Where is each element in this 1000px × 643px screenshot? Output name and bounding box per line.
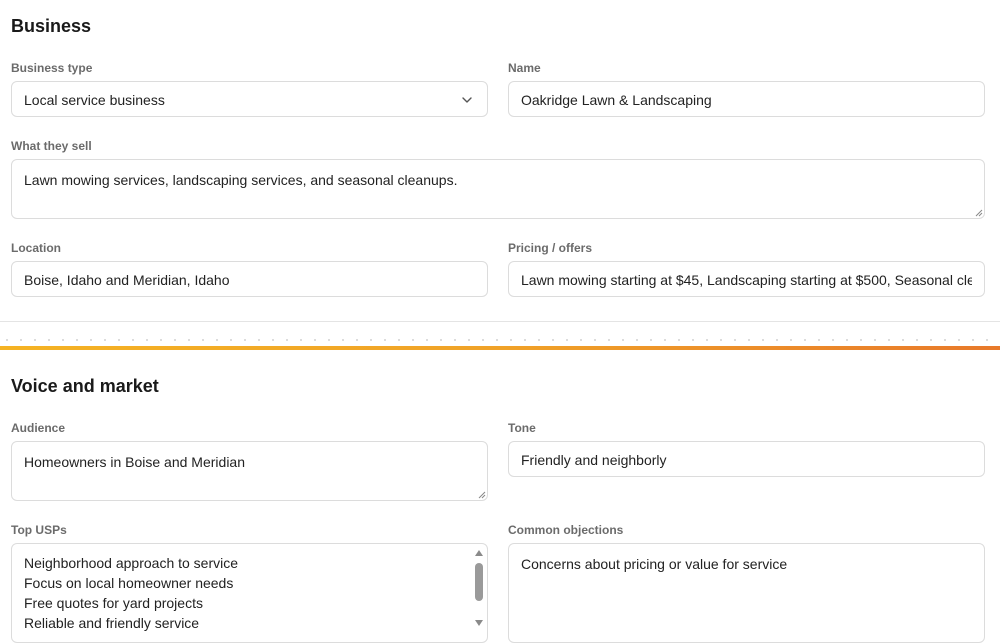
- name-value: Oakridge Lawn & Landscaping: [521, 92, 712, 108]
- scroll-down-arrow-icon[interactable]: [475, 620, 483, 626]
- location-label: Location: [11, 241, 61, 255]
- dotted-divider: [0, 339, 1000, 341]
- objections-textarea[interactable]: Concerns about pricing or value for serv…: [508, 543, 985, 643]
- business-type-label: Business type: [11, 61, 93, 75]
- what-they-sell-label: What they sell: [11, 139, 92, 153]
- objections-value: Concerns about pricing or value for serv…: [521, 556, 788, 572]
- tone-input[interactable]: Friendly and neighborly: [508, 441, 985, 477]
- location-input[interactable]: Boise, Idaho and Meridian, Idaho: [11, 261, 488, 297]
- section-title-business: Business: [11, 16, 92, 36]
- usp-line: Neighborhood approach to service: [24, 555, 239, 571]
- scroll-up-arrow-icon[interactable]: [475, 550, 483, 556]
- accent-divider: [0, 346, 1000, 350]
- resize-grip-icon[interactable]: [974, 208, 983, 217]
- audience-label: Audience: [11, 421, 66, 435]
- resize-grip-icon[interactable]: [477, 490, 486, 499]
- section-title-voice: Voice and market: [11, 376, 159, 396]
- usp-line: Free quotes for yard projects: [24, 595, 203, 611]
- usps-scrollbar[interactable]: [473, 548, 485, 626]
- objections-label: Common objections: [508, 523, 624, 537]
- what-they-sell-value: Lawn mowing services, landscaping servic…: [24, 172, 458, 188]
- usp-line: Reliable and friendly service: [24, 615, 200, 631]
- name-label: Name: [508, 61, 541, 75]
- usps-label: Top USPs: [11, 523, 67, 537]
- chevron-down-icon: [462, 97, 472, 103]
- section-divider: [0, 321, 1000, 322]
- usp-line: Focus on local homeowner needs: [24, 575, 234, 591]
- location-value: Boise, Idaho and Meridian, Idaho: [24, 272, 230, 288]
- pricing-input[interactable]: Lawn mowing starting at $45, Landscaping…: [508, 261, 985, 297]
- audience-textarea[interactable]: Homeowners in Boise and Meridian: [11, 441, 488, 501]
- audience-value: Homeowners in Boise and Meridian: [24, 454, 245, 470]
- business-type-value: Local service business: [24, 92, 165, 108]
- scrollbar-thumb[interactable]: [475, 563, 483, 601]
- pricing-value: Lawn mowing starting at $45, Landscaping…: [521, 272, 972, 288]
- tone-value: Friendly and neighborly: [521, 452, 667, 468]
- tone-label: Tone: [508, 421, 536, 435]
- pricing-label: Pricing / offers: [508, 241, 593, 255]
- usps-textarea[interactable]: Neighborhood approach to service Focus o…: [11, 543, 488, 643]
- what-they-sell-textarea[interactable]: Lawn mowing services, landscaping servic…: [11, 159, 985, 219]
- name-input[interactable]: Oakridge Lawn & Landscaping: [508, 81, 985, 117]
- business-type-select[interactable]: Local service business: [11, 81, 488, 117]
